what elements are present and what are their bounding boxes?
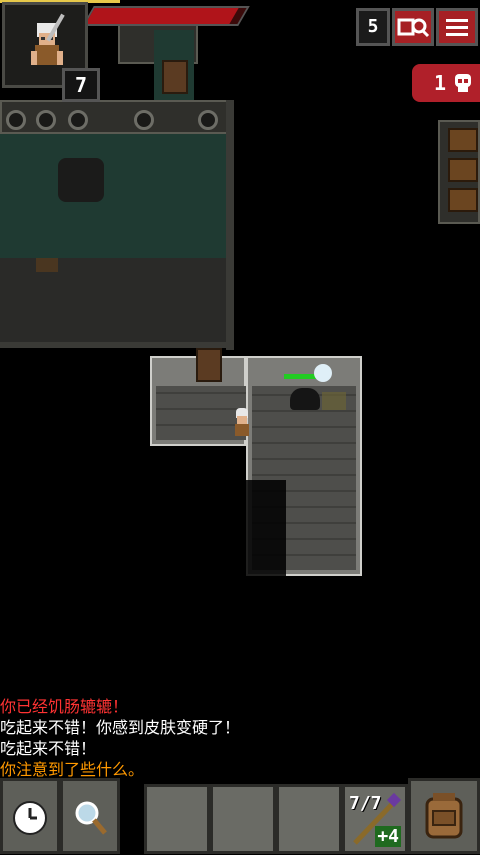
log-line: 吃起来不错！你感到皮肤变硬了！ <box>0 718 241 737</box>
message-log: 你已经饥肠辘辘！ 吃起来不错！你感到皮肤变硬了！ 吃起来不错！ 你注意到了些什么… <box>0 696 480 780</box>
skull-icon <box>455 74 471 92</box>
hero-sprite[interactable] <box>232 408 252 436</box>
backpack-icon <box>425 793 463 839</box>
danger-indicator[interactable]: 1 <box>412 64 480 102</box>
enemy-creature[interactable] <box>290 388 320 410</box>
quickslot-1[interactable] <box>144 784 210 854</box>
door-lit-room[interactable] <box>196 348 222 382</box>
quickslot-charges: 7/7 <box>349 793 382 814</box>
sewer-grate <box>68 110 88 130</box>
dark-floor <box>0 258 230 346</box>
hero-level-badge: 7 <box>62 68 100 102</box>
journal-button[interactable] <box>392 8 434 46</box>
grass-tuft <box>322 392 346 410</box>
sewer-grate <box>198 110 218 130</box>
log-line: 你注意到了些什么。 <box>0 760 145 779</box>
chest[interactable] <box>448 158 478 182</box>
door-north[interactable] <box>162 60 188 94</box>
sewer-grate <box>134 110 154 130</box>
magnifier-icon <box>75 801 107 835</box>
boulder <box>58 158 104 202</box>
clock-icon <box>13 801 47 835</box>
quickslot-wand[interactable]: 7/7 +4 <box>342 784 408 854</box>
quickslot-2[interactable] <box>210 784 276 854</box>
sewer-grate <box>36 110 56 130</box>
wait-button[interactable] <box>0 778 60 854</box>
quickslot-upgrade-level: +4 <box>375 826 401 847</box>
depth-indicator[interactable]: 5 <box>356 8 390 46</box>
health-bar <box>82 6 250 26</box>
toolbar: 7/7 +4 <box>0 778 480 854</box>
menu-button[interactable] <box>436 8 478 46</box>
journal-search-icon <box>397 18 430 38</box>
enemy-status-icon <box>314 364 332 382</box>
chest[interactable] <box>448 188 478 212</box>
backpack-button[interactable] <box>408 778 480 854</box>
sign-post[interactable] <box>36 258 58 272</box>
sewer-grate <box>6 110 26 130</box>
chest[interactable] <box>448 128 478 152</box>
danger-count: 1 <box>434 71 447 95</box>
room-right-wall <box>226 100 234 350</box>
quickslot-3[interactable] <box>276 784 342 854</box>
log-line: 你已经饥肠辘辘！ <box>0 697 129 716</box>
shadow <box>246 480 286 580</box>
health-bar-fill <box>85 8 240 24</box>
log-line: 吃起来不错！ <box>0 739 97 758</box>
water-room <box>0 134 230 264</box>
search-button[interactable] <box>60 778 120 854</box>
dungeon-map[interactable] <box>0 0 480 690</box>
menu-icon <box>446 19 468 36</box>
